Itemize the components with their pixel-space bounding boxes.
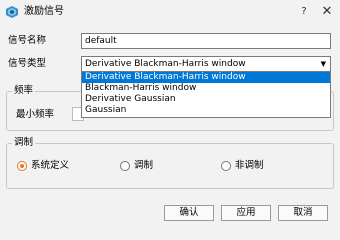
signal-type-dropdown: Derivative Blackman-Harris window Blackm… <box>81 71 331 118</box>
radio-modulated[interactable] <box>120 161 130 171</box>
help-icon[interactable]: ? <box>298 6 310 18</box>
radio-label: 非调制 <box>235 160 264 171</box>
apply-button[interactable]: 应用 <box>221 205 271 221</box>
ok-button[interactable]: 确认 <box>164 205 214 221</box>
dropdown-option[interactable]: Derivative Blackman-Harris window <box>82 72 330 83</box>
signal-type-value: Derivative Blackman-Harris window <box>85 59 246 69</box>
chevron-down-icon[interactable]: ▼ <box>321 57 326 71</box>
dropdown-option[interactable]: Blackman-Harris window <box>82 83 330 94</box>
dropdown-option[interactable]: Derivative Gaussian <box>82 94 330 105</box>
signal-name-label: 信号名称 <box>8 35 47 46</box>
app-logo-icon <box>6 6 18 18</box>
cancel-button[interactable]: 取消 <box>278 205 328 221</box>
frequency-group-title: 频率 <box>12 85 36 97</box>
signal-name-input[interactable]: default <box>81 33 331 49</box>
radio-system-defined[interactable] <box>17 161 27 171</box>
dropdown-option[interactable]: Gaussian <box>82 105 330 116</box>
radio-unmodulated[interactable] <box>221 161 231 171</box>
min-frequency-label: 最小频率 <box>16 109 55 120</box>
signal-type-select[interactable]: Derivative Blackman-Harris window ▼ <box>81 56 331 72</box>
signal-type-label: 信号类型 <box>8 58 47 69</box>
modulation-group-title: 调制 <box>12 137 36 149</box>
dialog-title: 激励信号 <box>24 6 64 17</box>
radio-label: 系统定义 <box>31 160 70 171</box>
close-icon[interactable]: ✕ <box>320 5 334 19</box>
radio-label: 调制 <box>134 160 154 171</box>
excitation-signal-dialog: 激励信号 ? ✕ 信号名称 default 信号类型 Derivative Bl… <box>0 0 340 223</box>
title-bar: 激励信号 ? ✕ <box>0 0 340 26</box>
